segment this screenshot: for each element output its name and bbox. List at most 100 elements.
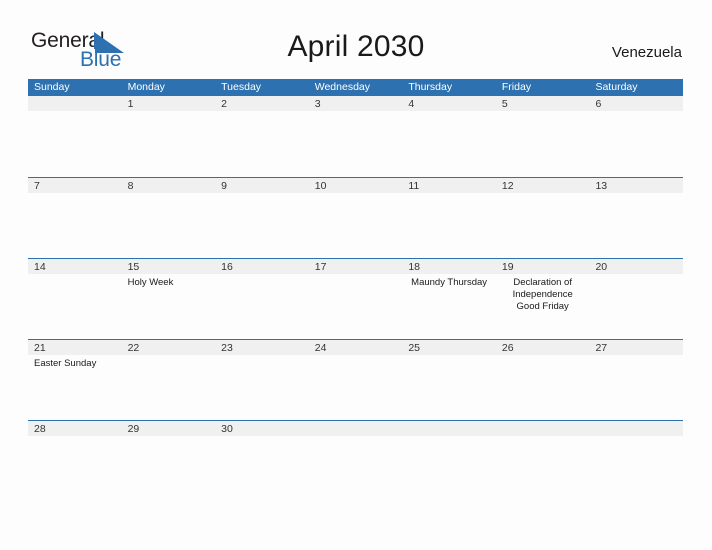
- calendar-day-cell[interactable]: 13: [589, 178, 684, 258]
- day-number: 9: [221, 180, 227, 192]
- calendar-day-cell[interactable]: 16: [215, 259, 309, 339]
- calendar-day-cell[interactable]: 25: [402, 340, 496, 420]
- calendar-day-cell[interactable]: 17: [308, 259, 403, 339]
- calendar-week-row: 21 Easter Sunday 22 23 24 25 26 27: [28, 339, 684, 420]
- day-number: 21: [34, 342, 46, 354]
- day-number: 13: [595, 180, 608, 192]
- day-number: 26: [501, 342, 514, 354]
- calendar-day-cell[interactable]: 26: [495, 340, 590, 420]
- day-number: 15: [127, 261, 140, 273]
- page-header: General Blue April 2030 Venezuela: [0, 0, 712, 79]
- holiday-label: Easter Sunday: [34, 358, 97, 369]
- calendar-week-row: 1 2 3 4 5 6: [28, 96, 684, 177]
- day-number: 3: [314, 98, 321, 110]
- weekday-header-friday: Friday: [501, 81, 532, 93]
- day-number: 2: [221, 98, 227, 110]
- weekday-header-thursday: Thursday: [408, 81, 453, 93]
- day-number: 27: [595, 342, 608, 354]
- calendar-day-cell[interactable]: 20: [589, 259, 684, 339]
- calendar-day-cell[interactable]: 1: [121, 96, 216, 177]
- calendar-day-cell[interactable]: 29: [121, 421, 216, 501]
- calendar-day-cell[interactable]: 12: [495, 178, 590, 258]
- calendar-week-row: 7 8 9 10 11 12 13: [28, 177, 684, 258]
- calendar-weeks: 1 2 3 4 5 6 7 8 9 10 11 12 13 14 15 Holy Week 16 17 18 Maun…: [28, 96, 684, 501]
- weekday-header-saturday: Saturday: [595, 81, 638, 93]
- calendar-day-cell[interactable]: 2: [215, 96, 309, 177]
- day-number: 7: [34, 180, 40, 192]
- day-number-band: [589, 421, 684, 436]
- holiday-label: Holy Week: [127, 277, 174, 288]
- calendar-day-cell[interactable]: 21 Easter Sunday: [28, 340, 122, 420]
- day-number: 12: [501, 180, 514, 192]
- day-number-band: [121, 96, 216, 111]
- day-number: 14: [34, 261, 46, 273]
- day-number: 25: [408, 342, 420, 354]
- calendar-day-cell[interactable]: 18 Maundy Thursday: [402, 259, 496, 339]
- day-number: 22: [127, 342, 140, 354]
- calendar-day-cell[interactable]: 27: [589, 340, 684, 420]
- page-title: April 2030: [287, 30, 425, 63]
- weekday-header-sunday: Sunday: [34, 81, 70, 93]
- calendar-day-cell-empty: [402, 421, 496, 501]
- day-number: 1: [127, 98, 134, 110]
- weekday-header-row: Sunday Monday Tuesday Wednesday Thursday Frid…: [28, 79, 683, 96]
- calendar-day-cell[interactable]: 4: [402, 96, 496, 177]
- calendar-day-cell[interactable]: 23: [215, 340, 309, 420]
- day-number-band: [215, 96, 309, 111]
- day-number: 18: [408, 261, 420, 273]
- calendar-day-cell[interactable]: 11: [402, 178, 496, 258]
- calendar-day-cell[interactable]: 8: [121, 178, 216, 258]
- calendar-day-cell[interactable]: 10: [308, 178, 403, 258]
- day-number-band: [215, 178, 309, 193]
- day-number: 4: [408, 98, 415, 110]
- day-number: 5: [501, 98, 508, 110]
- day-number-band: [589, 96, 684, 111]
- calendar-day-cell[interactable]: 19 Declaration of Independence Good Friday: [495, 259, 590, 339]
- calendar-day-cell[interactable]: 5: [495, 96, 590, 177]
- calendar-day-cell[interactable]: 6: [589, 96, 684, 177]
- day-events: Declaration of Independence Good Friday: [496, 274, 590, 313]
- day-events: Maundy Thursday: [402, 274, 496, 289]
- calendar-week-row: 28 29 30: [28, 420, 684, 501]
- calendar-day-cell[interactable]: 15 Holy Week: [121, 259, 216, 339]
- calendar-week-row: 14 15 Holy Week 16 17 18 Maundy Thursday 19 Decl…: [28, 258, 684, 339]
- calendar-day-cell[interactable]: 7: [28, 178, 122, 258]
- calendar-day-cell-empty: [589, 421, 684, 501]
- weekday-header-wednesday: Wednesday: [314, 81, 370, 93]
- day-number-band: [308, 96, 403, 111]
- day-number: 19: [501, 261, 514, 273]
- day-number: 17: [314, 261, 327, 273]
- calendar-day-cell[interactable]: 3: [308, 96, 403, 177]
- day-number: 30: [221, 423, 233, 435]
- day-number-band: [402, 421, 496, 436]
- day-number: 6: [595, 98, 602, 110]
- day-number: 23: [221, 342, 233, 354]
- calendar-day-cell[interactable]: 9: [215, 178, 309, 258]
- weekday-header-monday: Monday: [127, 81, 165, 93]
- day-number-band: [495, 96, 590, 111]
- day-number-band: [495, 421, 590, 436]
- calendar-day-cell[interactable]: 24: [308, 340, 403, 420]
- day-number-band: [402, 96, 496, 111]
- calendar-day-cell[interactable]: 28: [28, 421, 122, 501]
- calendar-day-cell[interactable]: 30: [215, 421, 309, 501]
- calendar-day-cell[interactable]: 22: [121, 340, 216, 420]
- holiday-label: Declaration of Independence: [512, 277, 573, 300]
- calendar-day-cell[interactable]: 14: [28, 259, 122, 339]
- calendar-day-cell-empty: [28, 96, 122, 177]
- day-number: 16: [221, 261, 233, 273]
- day-number: 24: [314, 342, 327, 354]
- day-events: Holy Week: [122, 274, 216, 289]
- weekday-header-tuesday: Tuesday: [221, 81, 262, 93]
- holiday-label: Good Friday: [516, 301, 569, 312]
- day-number-band: [308, 421, 403, 436]
- day-number-band: [28, 178, 122, 193]
- calendar-page: General Blue April 2030 Venezuela Sunday…: [0, 0, 712, 550]
- holiday-label: Maundy Thursday: [411, 277, 488, 288]
- calendar-day-cell-empty: [308, 421, 403, 501]
- calendar-day-cell-empty: [495, 421, 590, 501]
- day-number-band: [121, 178, 216, 193]
- day-number: 8: [127, 180, 134, 192]
- calendar-grid: Sunday Monday Tuesday Wednesday Thursday Frid…: [28, 79, 684, 501]
- day-number-band: [28, 96, 122, 111]
